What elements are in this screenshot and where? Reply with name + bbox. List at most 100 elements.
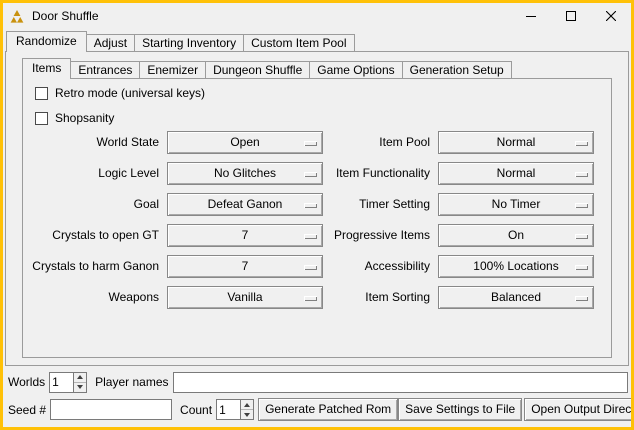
crystals-gt-dropdown[interactable]: 7 — [167, 224, 323, 247]
dropdown-value: Defeat Ganon — [208, 197, 283, 211]
crystals-ganon-label: Crystals to harm Ganon — [30, 255, 167, 278]
tab-entrances[interactable]: Entrances — [70, 61, 140, 79]
dropdown-value: Normal — [497, 135, 536, 149]
dropdown-indicator-icon — [575, 141, 588, 146]
player-names-input[interactable] — [173, 372, 629, 393]
tab-adjust[interactable]: Adjust — [86, 34, 135, 52]
dropdown-indicator-icon — [575, 203, 588, 208]
dropdown-value: No Timer — [492, 197, 541, 211]
option-row: Crystals to open GT 7 Progressive Items … — [30, 224, 594, 247]
checkbox-retro-mode[interactable]: Retro mode (universal keys) — [35, 86, 205, 100]
door-shuffle-window: Door Shuffle Randomize Adjust Starting I… — [0, 0, 634, 430]
checkbox-shopsanity[interactable]: Shopsanity — [35, 111, 114, 125]
tab-generation-setup[interactable]: Generation Setup — [402, 61, 512, 79]
dropdown-value: On — [508, 228, 524, 242]
worlds-spin-up-button[interactable] — [74, 373, 86, 382]
open-output-button[interactable]: Open Output Directory — [524, 398, 634, 421]
item-functionality-label: Item Functionality — [323, 162, 438, 185]
spin-down-icon — [244, 413, 250, 417]
dropdown-indicator-icon — [575, 234, 588, 239]
generate-button[interactable]: Generate Patched Rom — [258, 398, 398, 421]
player-names-label: Player names — [95, 375, 168, 389]
spin-up-icon — [244, 403, 250, 407]
dropdown-indicator-icon — [304, 203, 317, 208]
option-row: World State Open Item Pool Normal — [30, 131, 594, 154]
dropdown-indicator-icon — [575, 172, 588, 177]
item-sorting-label: Item Sorting — [323, 286, 438, 309]
maximize-button[interactable] — [551, 3, 591, 29]
window-title: Door Shuffle — [32, 9, 99, 23]
count-spin-down-button[interactable] — [241, 409, 253, 419]
timer-setting-dropdown[interactable]: No Timer — [438, 193, 594, 216]
options-grid: World State Open Item Pool Normal Logic … — [30, 131, 594, 317]
save-settings-button[interactable]: Save Settings to File — [398, 398, 522, 421]
tab-game-options[interactable]: Game Options — [309, 61, 402, 79]
dropdown-indicator-icon — [304, 265, 317, 270]
close-icon — [606, 11, 616, 21]
item-pool-dropdown[interactable]: Normal — [438, 131, 594, 154]
maximize-icon — [566, 11, 576, 21]
close-button[interactable] — [591, 3, 631, 29]
seed-input[interactable] — [50, 399, 172, 420]
checkbox-box[interactable] — [35, 112, 48, 125]
world-state-dropdown[interactable]: Open — [167, 131, 323, 154]
tab-dungeon-shuffle[interactable]: Dungeon Shuffle — [205, 61, 310, 79]
tab-randomize[interactable]: Randomize — [6, 31, 87, 52]
dropdown-indicator-icon — [304, 172, 317, 177]
logic-level-label: Logic Level — [30, 162, 167, 185]
tab-starting-inventory[interactable]: Starting Inventory — [134, 34, 244, 52]
weapons-dropdown[interactable]: Vanilla — [167, 286, 323, 309]
seed-label: Seed # — [8, 403, 46, 417]
item-functionality-dropdown[interactable]: Normal — [438, 162, 594, 185]
minimize-icon — [526, 11, 536, 21]
count-input[interactable] — [217, 400, 240, 419]
worlds-spinbox — [49, 372, 87, 393]
accessibility-dropdown[interactable]: 100% Locations — [438, 255, 594, 278]
worlds-label: Worlds — [8, 375, 45, 389]
tab-custom-item-pool[interactable]: Custom Item Pool — [243, 34, 354, 52]
goal-label: Goal — [30, 193, 167, 216]
worlds-input[interactable] — [50, 373, 73, 392]
dropdown-value: 7 — [242, 259, 249, 273]
checkbox-label: Shopsanity — [55, 111, 114, 125]
tab-items[interactable]: Items — [22, 58, 71, 79]
option-row: Crystals to harm Ganon 7 Accessibility 1… — [30, 255, 594, 278]
dropdown-value: 7 — [242, 228, 249, 242]
window-controls — [511, 3, 631, 29]
item-pool-label: Item Pool — [323, 131, 438, 154]
outer-tab-bar: Randomize Adjust Starting Inventory Cust… — [6, 31, 355, 52]
option-row: Logic Level No Glitches Item Functionali… — [30, 162, 594, 185]
world-state-label: World State — [30, 131, 167, 154]
app-icon — [9, 8, 25, 24]
item-sorting-dropdown[interactable]: Balanced — [438, 286, 594, 309]
crystals-ganon-dropdown[interactable]: 7 — [167, 255, 323, 278]
progressive-items-dropdown[interactable]: On — [438, 224, 594, 247]
crystals-gt-label: Crystals to open GT — [30, 224, 167, 247]
spin-up-icon — [77, 375, 83, 379]
logic-level-dropdown[interactable]: No Glitches — [167, 162, 323, 185]
inner-tab-bar: Items Entrances Enemizer Dungeon Shuffle… — [22, 58, 512, 79]
goal-dropdown[interactable]: Defeat Ganon — [167, 193, 323, 216]
titlebar[interactable]: Door Shuffle — [3, 3, 631, 29]
accessibility-label: Accessibility — [323, 255, 438, 278]
dropdown-indicator-icon — [304, 234, 317, 239]
timer-setting-label: Timer Setting — [323, 193, 438, 216]
tab-enemizer[interactable]: Enemizer — [139, 61, 206, 79]
dropdown-value: Balanced — [491, 290, 541, 304]
spin-buttons — [240, 400, 253, 419]
count-label: Count — [180, 403, 212, 417]
count-spinbox — [216, 399, 254, 420]
dropdown-value: Vanilla — [227, 290, 262, 304]
spin-down-icon — [77, 385, 83, 389]
dropdown-indicator-icon — [304, 141, 317, 146]
count-spin-up-button[interactable] — [241, 400, 253, 409]
dropdown-value: Open — [230, 135, 259, 149]
worlds-row: Worlds Player names — [8, 371, 628, 393]
option-row: Goal Defeat Ganon Timer Setting No Timer — [30, 193, 594, 216]
checkbox-box[interactable] — [35, 87, 48, 100]
dropdown-value: 100% Locations — [473, 259, 558, 273]
minimize-button[interactable] — [511, 3, 551, 29]
worlds-spin-down-button[interactable] — [74, 382, 86, 392]
option-row: Weapons Vanilla Item Sorting Balanced — [30, 286, 594, 309]
checkbox-label: Retro mode (universal keys) — [55, 86, 205, 100]
